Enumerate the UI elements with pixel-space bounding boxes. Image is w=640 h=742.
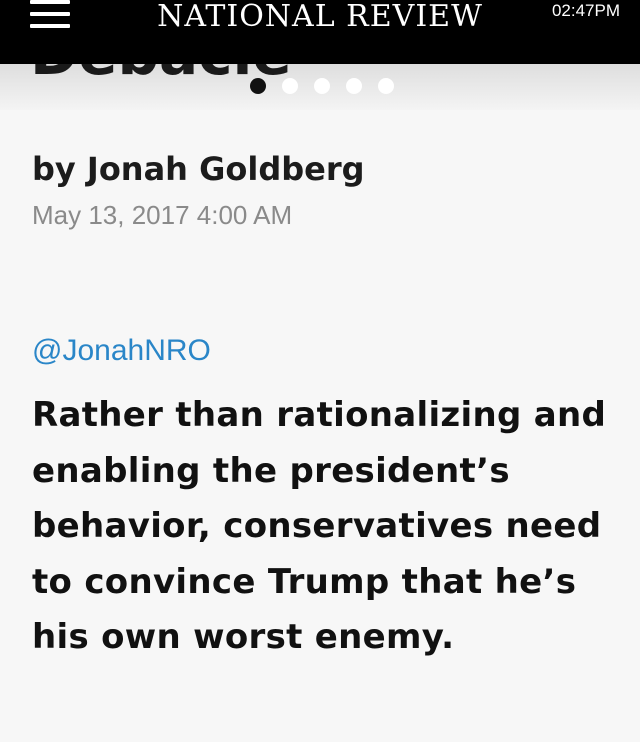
site-logo[interactable]: NATIONAL REVIEW [150, 0, 490, 34]
carousel-dot-3[interactable] [314, 78, 330, 94]
status-time: 02:47PM [551, 1, 620, 20]
hamburger-menu-icon[interactable] [30, 0, 70, 30]
publish-date: May 13, 2017 4:00 AM [32, 200, 293, 230]
pull-quote: Rather than rationalizing and enabling t… [32, 395, 607, 657]
author-byline: by Jonah Goldberg [32, 150, 365, 188]
twitter-handle-link[interactable]: @JonahNRO [32, 334, 211, 368]
carousel-dot-5[interactable] [378, 78, 394, 94]
top-bar: NATIONAL REVIEW 02:47PM [0, 0, 640, 64]
carousel-dots [250, 78, 394, 94]
carousel-dot-4[interactable] [346, 78, 362, 94]
carousel-dot-1[interactable] [250, 78, 266, 94]
carousel-dot-2[interactable] [282, 78, 298, 94]
